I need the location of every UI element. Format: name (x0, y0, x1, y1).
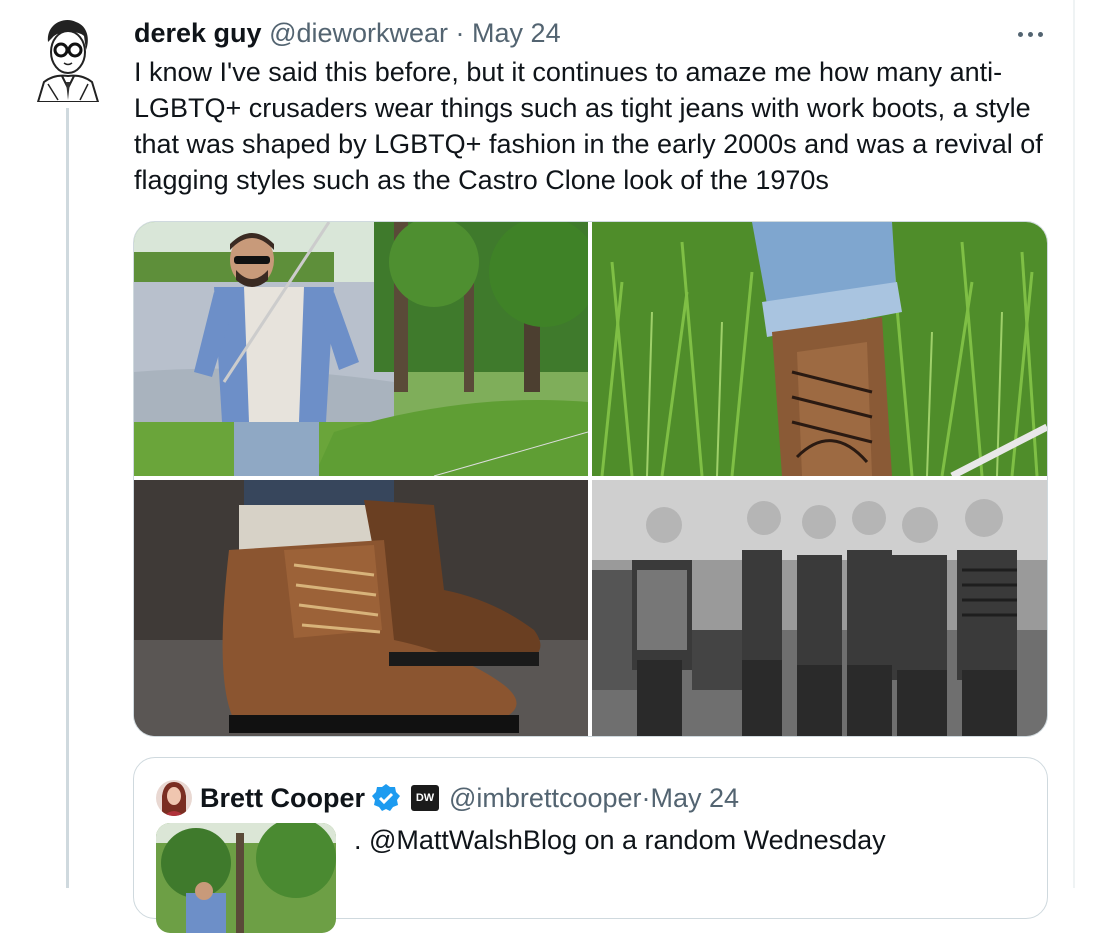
quoted-media-thumbnail[interactable] (156, 823, 336, 933)
cartoon-man-glasses-avatar-icon (36, 20, 100, 102)
column-border (1073, 0, 1075, 888)
author-handle[interactable]: @dieworkwear (269, 18, 448, 48)
tweet-header: derek guy @dieworkwear · May 24 (134, 16, 561, 50)
quoted-author-avatar[interactable] (156, 780, 192, 816)
photo-man-fishing-by-lake[interactable] (134, 222, 588, 476)
quoted-tweet[interactable]: Brett Cooper DW @imbrettcooper · May 24 … (133, 757, 1048, 933)
header-separator: · (448, 18, 473, 48)
photo-boot-in-grass[interactable] (592, 222, 1047, 476)
author-name[interactable]: derek guy (134, 18, 262, 48)
thread-connector-line (66, 108, 69, 888)
photo-brown-work-boots[interactable] (134, 480, 588, 736)
quoted-author-name[interactable]: Brett Cooper (200, 780, 365, 816)
verified-badge-icon (371, 783, 401, 813)
quoted-tweet-date[interactable]: May 24 (651, 780, 740, 816)
photo-castro-clone-group-1970s[interactable] (592, 480, 1047, 736)
tweet-date[interactable]: May 24 (472, 18, 561, 48)
quoted-tweet-header: Brett Cooper DW @imbrettcooper · May 24 (200, 780, 739, 816)
author-avatar[interactable] (34, 16, 100, 102)
affiliate-badge[interactable]: DW (411, 785, 440, 811)
quoted-tweet-text: . @MattWalshBlog on a random Wednesday (354, 825, 886, 855)
more-dots-icon[interactable] (1010, 22, 1050, 46)
quoted-separator: · (641, 783, 651, 813)
tweet-text: I know I've said this before, but it con… (134, 57, 1043, 195)
media-grid (133, 221, 1048, 737)
quoted-author-handle[interactable]: @imbrettcooper (449, 780, 641, 816)
